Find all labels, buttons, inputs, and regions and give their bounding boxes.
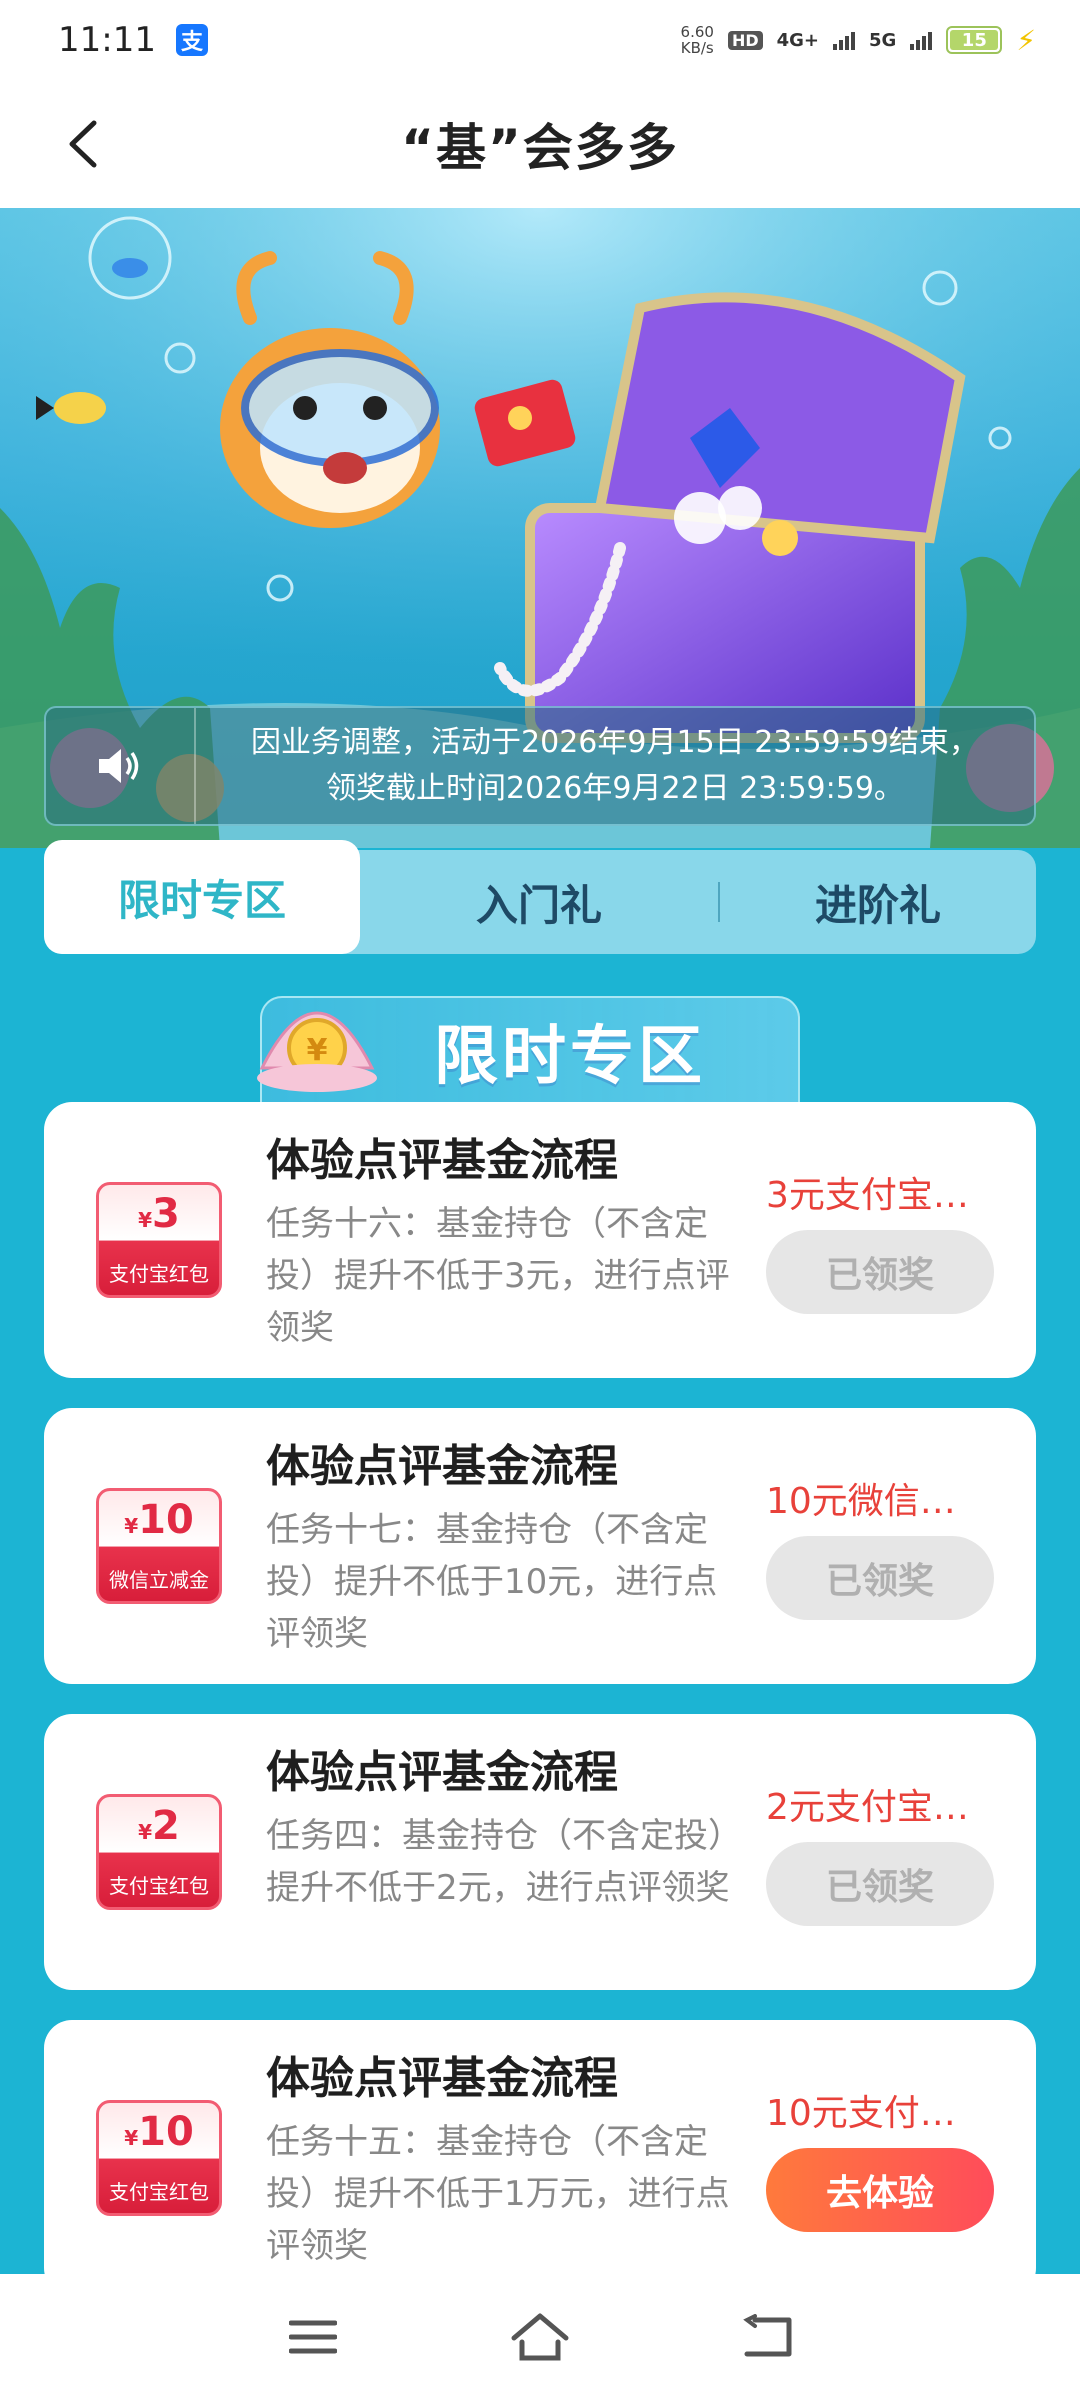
task-card: ¥10 微信立减金 体验点评基金流程 任务十七：基金持仓（不含定投）提升不低于1… bbox=[44, 1408, 1036, 1684]
battery-icon: 15 bbox=[946, 26, 1003, 54]
task-title: 体验点评基金流程 bbox=[266, 1747, 618, 1798]
reward-name: 2元支付宝… bbox=[766, 1787, 969, 1828]
task-card: ¥10 支付宝红包 体验点评基金流程 任务十五：基金持仓（不含定投）提升不低于1… bbox=[44, 2020, 1036, 2296]
reward-name: 10元微信… bbox=[766, 1481, 956, 1522]
task-title: 体验点评基金流程 bbox=[266, 1135, 618, 1186]
nav-bar: “基”会多多 bbox=[0, 80, 1080, 208]
task-card: ¥2 支付宝红包 体验点评基金流程 任务四：基金持仓（不含定投）提升不低于2元，… bbox=[44, 1714, 1036, 1990]
claimed-button[interactable]: 已领奖 bbox=[766, 1536, 994, 1620]
task-title: 体验点评基金流程 bbox=[266, 1441, 618, 1492]
claimed-button[interactable]: 已领奖 bbox=[766, 1230, 994, 1314]
home-icon[interactable] bbox=[500, 2297, 580, 2377]
signal-icon bbox=[833, 30, 856, 50]
coupon-icon: ¥10 支付宝红包 bbox=[96, 2100, 222, 2216]
reward-name: 3元支付宝… bbox=[766, 1175, 969, 1216]
section-title: 限时专区 bbox=[434, 1020, 706, 1094]
notice-text: 因业务调整，活动于2026年9月15日 23:59:59结束， 领奖截止时间20… bbox=[251, 725, 979, 806]
task-description: 任务四：基金持仓（不含定投）提升不低于2元，进行点评领奖 bbox=[266, 1816, 730, 1908]
back-nav-icon[interactable] bbox=[727, 2297, 807, 2377]
hd-icon: HD bbox=[727, 30, 763, 50]
alipay-app-icon: 支 bbox=[175, 24, 208, 56]
svg-text:¥: ¥ bbox=[307, 1033, 328, 1068]
shell-coin-icon: ¥ bbox=[257, 1011, 377, 1092]
back-button[interactable] bbox=[56, 116, 112, 172]
tab-bar: 限时专区 入门礼 进阶礼 bbox=[44, 840, 1036, 954]
reward-name: 10元支付… bbox=[766, 2093, 956, 2134]
net-speed: 6.60 KB/s bbox=[680, 23, 714, 57]
tab-advanced-gift[interactable]: 进阶礼 bbox=[720, 850, 1036, 954]
task-description: 任务十七：基金持仓（不含定投）提升不低于10元，进行点评领奖 bbox=[266, 1510, 718, 1654]
go-experience-button[interactable]: 去体验 bbox=[766, 2148, 994, 2232]
task-description: 任务十六：基金持仓（不含定投）提升不低于3元，进行点评领奖 bbox=[266, 1204, 730, 1348]
sim1-network-label: 4G+ bbox=[776, 29, 820, 51]
tab-beginner-gift[interactable]: 入门礼 bbox=[360, 850, 718, 954]
coupon-icon: ¥10 微信立减金 bbox=[96, 1488, 222, 1604]
signal-icon-2 bbox=[910, 30, 933, 50]
claimed-button[interactable]: 已领奖 bbox=[766, 1842, 994, 1926]
tab-limited-zone[interactable]: 限时专区 bbox=[44, 840, 360, 954]
system-nav-bar bbox=[0, 2274, 1080, 2400]
section-header: ¥ 限时专区 bbox=[257, 996, 800, 1106]
speaker-icon bbox=[46, 708, 196, 824]
task-description: 任务十五：基金持仓（不含定投）提升不低于1万元，进行点评领奖 bbox=[266, 2122, 730, 2266]
coupon-icon: ¥3 支付宝红包 bbox=[96, 1182, 222, 1298]
sim2-network-label: 5G bbox=[869, 29, 897, 51]
status-bar: 11:11 支 6.60 KB/s HD 4G+ 5G 15 ⚡ bbox=[0, 0, 1080, 80]
page-title: “基”会多多 bbox=[401, 119, 679, 177]
task-card: ¥3 支付宝红包 体验点评基金流程 任务十六：基金持仓（不含定投）提升不低于3元… bbox=[44, 1102, 1036, 1378]
charging-icon: ⚡ bbox=[1016, 23, 1036, 57]
chevron-left-icon bbox=[69, 120, 97, 168]
coupon-icon: ¥2 支付宝红包 bbox=[96, 1794, 222, 1910]
notice-bar: 因业务调整，活动于2026年9月15日 23:59:59结束， 领奖截止时间20… bbox=[44, 706, 1036, 826]
status-time: 11:11 bbox=[58, 20, 156, 60]
menu-icon[interactable] bbox=[273, 2297, 353, 2377]
task-title: 体验点评基金流程 bbox=[266, 2053, 618, 2104]
